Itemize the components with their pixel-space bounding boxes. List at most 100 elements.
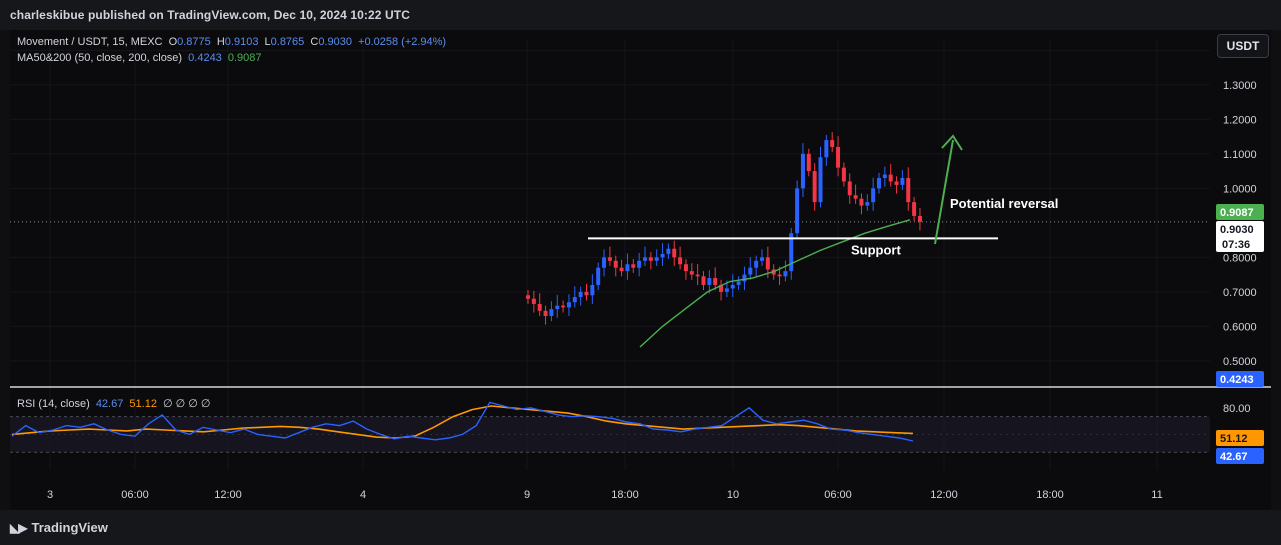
candle-body: [666, 248, 671, 254]
tradingview-logo-icon: ◣▶: [10, 520, 27, 535]
rsi-legend[interactable]: RSI (14, close) 42.67 51.12 ∅ ∅ ∅ ∅: [17, 397, 214, 410]
candle-body: [760, 257, 764, 261]
candle-body: [730, 284, 735, 289]
candle-body: [572, 297, 577, 303]
candle-body: [871, 188, 876, 203]
ma50-badge: 0.4243: [1220, 374, 1254, 386]
candle-body: [906, 178, 911, 203]
time-tick-label: 06:00: [824, 489, 852, 501]
time-tick-label: 4: [360, 489, 366, 501]
candle-body: [853, 195, 858, 199]
candle-body: [865, 202, 870, 206]
candle-body: [683, 264, 688, 272]
candle-body: [724, 288, 729, 292]
candle-body: [836, 146, 841, 168]
support-label: Support: [851, 242, 901, 257]
candle-body: [777, 274, 782, 277]
rsi-label: RSI (14, close): [17, 398, 90, 410]
low-label: L: [264, 36, 271, 48]
candle-body: [643, 257, 647, 261]
candle-body: [900, 178, 905, 185]
candle-body: [912, 202, 917, 216]
price-badge-countdown: 07:36: [1222, 239, 1250, 251]
candle-body: [847, 181, 852, 196]
candle-body: [707, 278, 712, 285]
candle-body: [894, 181, 899, 185]
tradingview-brand: TradingView: [31, 520, 108, 535]
high-label: H: [216, 36, 225, 48]
potential-reversal-label: Potential reversal: [950, 196, 1058, 211]
open-value: 0.8775: [177, 36, 211, 48]
symbol-name: Movement / USDT, 15, MEXC: [17, 36, 163, 48]
candle-body: [742, 274, 747, 282]
candle-body: [748, 267, 753, 275]
price-tick-label: 0.6000: [1223, 321, 1257, 333]
candle-body: [800, 153, 805, 189]
change-value: +0.0258 (+2.94%): [358, 36, 447, 48]
candle-body: [701, 276, 706, 285]
high-value: 0.9103: [224, 36, 259, 48]
candle-body: [543, 310, 548, 316]
price-tick-label: 0.7000: [1223, 287, 1257, 299]
price-badges: 0.9087 0.9030 07:36 0.4243 51.12 42.67: [1216, 204, 1264, 464]
candle-body: [917, 215, 922, 222]
rsi-tick-label: 80.00: [1223, 403, 1251, 415]
rsi-badge: 42.67: [1220, 451, 1248, 463]
candle-body: [806, 153, 811, 172]
candle-body: [531, 298, 536, 304]
time-tick-label: 12:00: [930, 489, 958, 501]
price-tick-label: 0.5000: [1223, 356, 1257, 368]
candle-body: [549, 309, 554, 316]
candle-body: [578, 291, 583, 298]
price-tick-label: 1.2000: [1223, 114, 1257, 126]
candle-body: [695, 274, 700, 277]
ma50-value: 0.4243: [188, 52, 222, 64]
candle-body: [555, 305, 560, 310]
candle-body: [830, 140, 835, 147]
time-tick-label: 12:00: [214, 489, 242, 501]
time-tick-label: 9: [524, 489, 530, 501]
low-value: 0.8765: [270, 36, 305, 48]
candle-body: [566, 302, 571, 308]
candle-body: [795, 188, 800, 234]
candle-body: [754, 260, 759, 268]
candle-body: [672, 248, 677, 258]
candle-body: [561, 305, 566, 308]
candle-body: [613, 260, 618, 268]
price-tick-label: 1.1000: [1223, 149, 1257, 161]
candle-body: [596, 267, 601, 285]
candle-body: [637, 260, 642, 268]
candle-body: [660, 253, 665, 258]
candle-body: [824, 140, 829, 158]
chart-canvas[interactable]: SupportPotential reversal 1.40001.30001.…: [0, 0, 1281, 545]
time-tick-label: 18:00: [611, 489, 639, 501]
open-label: O: [168, 36, 178, 48]
time-tick-label: 10: [727, 489, 739, 501]
candle-body: [818, 157, 823, 203]
candle-body: [888, 174, 893, 182]
time-tick-label: 06:00: [121, 489, 149, 501]
bottom-bar: [0, 510, 1281, 545]
tradingview-logo[interactable]: ◣▶ TradingView: [10, 520, 108, 535]
rsi-value: 42.67: [95, 398, 124, 410]
rsi-ma-value: 51.12: [129, 398, 157, 410]
symbol-legend: Movement / USDT, 15, MEXC O0.8775 H0.910…: [17, 36, 449, 48]
candle-body: [713, 278, 718, 285]
rsi-ma-badge: 51.12: [1220, 433, 1248, 445]
ma-legend[interactable]: MA50&200 (50, close, 200, close) 0.4243 …: [17, 52, 265, 64]
candle-body: [783, 271, 788, 277]
ma200-badge: 0.9087: [1220, 207, 1254, 219]
price-tick-label: 1.3000: [1223, 80, 1257, 92]
candle-body: [619, 267, 624, 272]
ma200-value: 0.9087: [227, 52, 262, 64]
close-value: 0.9030: [318, 36, 352, 48]
ma-label: MA50&200 (50, close, 200, close): [17, 52, 183, 64]
candle-body: [859, 198, 864, 206]
candle-body: [812, 171, 817, 203]
currency-button[interactable]: USDT: [1217, 34, 1269, 58]
candle-body: [736, 281, 741, 285]
rsi-extra-values: ∅ ∅ ∅ ∅: [163, 398, 211, 410]
candle-body: [689, 271, 694, 275]
candle-body: [584, 291, 589, 296]
candle-body: [877, 178, 881, 189]
